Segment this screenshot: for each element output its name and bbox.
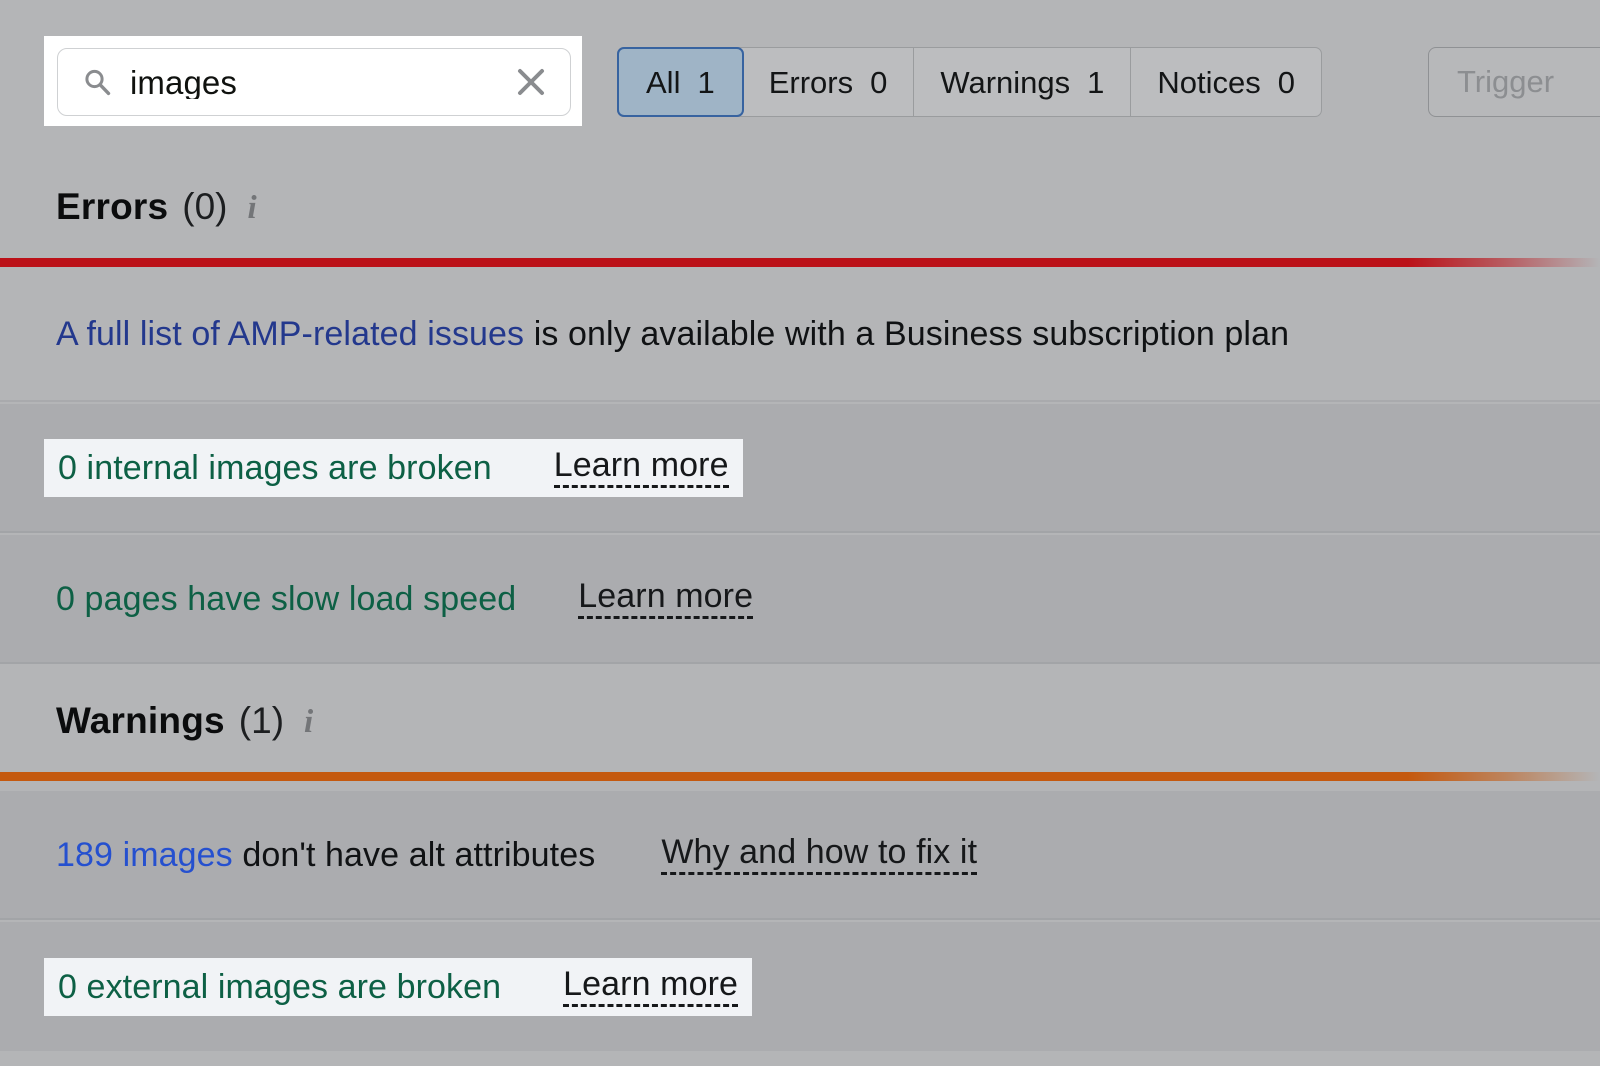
list-item[interactable]: 189 images don't have alt attributes Why… <box>0 791 1600 920</box>
info-icon[interactable]: i <box>248 190 257 227</box>
list-item[interactable]: 0 pages have slow load speed Learn more <box>0 535 1600 664</box>
alt-attributes-count-link[interactable]: 189 images <box>56 836 233 874</box>
errors-section-divider <box>0 258 1600 267</box>
alt-attributes-fix-link[interactable]: Why and how to fix it <box>661 835 977 875</box>
internal-images-row-text: 0 internal images are broken <box>58 451 492 485</box>
amp-row-rest: is only available with a Business subscr… <box>524 315 1289 353</box>
list-item[interactable]: 0 external images are broken Learn more <box>0 922 1600 1051</box>
tab-errors-label: Errors <box>769 67 853 98</box>
slow-pages-row-text: 0 pages have slow load speed <box>56 582 516 616</box>
warnings-section-heading: Warnings (1) i <box>56 700 313 742</box>
tab-errors-count: 0 <box>870 67 887 98</box>
toolbar: images All 1 Errors 0 Warnings 1 <box>0 0 1600 148</box>
tab-errors[interactable]: Errors 0 <box>743 48 915 116</box>
tab-notices-label: Notices <box>1157 67 1260 98</box>
alt-attributes-row-content: 189 images don't have alt attributes Why… <box>56 826 977 884</box>
tab-notices-count: 0 <box>1278 67 1295 98</box>
warnings-section-count: (1) <box>239 700 284 742</box>
external-images-row-content: 0 external images are broken Learn more <box>44 958 752 1016</box>
tab-all-label: All <box>646 67 680 98</box>
alt-attributes-row-text: 189 images don't have alt attributes <box>56 838 595 872</box>
trigger-button-label: Trigger <box>1457 64 1554 100</box>
amp-issues-link[interactable]: A full list of AMP-related issues <box>56 315 524 353</box>
list-item[interactable]: 0 internal images are broken Learn more <box>0 404 1600 533</box>
internal-images-row-content: 0 internal images are broken Learn more <box>44 439 743 497</box>
tab-warnings[interactable]: Warnings 1 <box>914 48 1131 116</box>
slow-pages-learn-more-link[interactable]: Learn more <box>578 579 753 619</box>
errors-section-heading: Errors (0) i <box>56 186 257 228</box>
tab-notices[interactable]: Notices 0 <box>1131 48 1321 116</box>
errors-section-title: Errors <box>56 186 168 228</box>
amp-row-text: A full list of AMP-related issues is onl… <box>56 317 1289 351</box>
tab-all-count: 1 <box>697 67 714 98</box>
tab-warnings-count: 1 <box>1087 67 1104 98</box>
tab-all[interactable]: All 1 <box>617 47 744 117</box>
search-input[interactable]: images <box>57 48 571 116</box>
info-icon[interactable]: i <box>304 704 313 741</box>
external-images-row-text: 0 external images are broken <box>58 970 501 1004</box>
external-images-learn-more-link[interactable]: Learn more <box>563 967 738 1007</box>
site-audit-issues-panel: images All 1 Errors 0 Warnings 1 <box>0 0 1600 1066</box>
trigger-button[interactable]: Trigger <box>1428 47 1600 117</box>
amp-row-content: A full list of AMP-related issues is onl… <box>56 305 1289 363</box>
search-input-value: images <box>130 66 514 99</box>
errors-section-count: (0) <box>182 186 227 228</box>
list-item[interactable]: A full list of AMP-related issues is onl… <box>0 267 1600 402</box>
internal-images-learn-more-link[interactable]: Learn more <box>554 448 729 488</box>
issue-filter-tabs: All 1 Errors 0 Warnings 1 Notices 0 <box>617 47 1322 117</box>
close-icon[interactable] <box>514 65 548 99</box>
tab-warnings-label: Warnings <box>940 67 1070 98</box>
slow-pages-row-content: 0 pages have slow load speed Learn more <box>56 570 753 628</box>
warnings-section-divider <box>0 772 1600 781</box>
search-field-wrapper: images <box>44 36 582 126</box>
warnings-section-title: Warnings <box>56 700 225 742</box>
alt-attributes-row-rest: don't have alt attributes <box>233 836 596 874</box>
search-icon <box>82 67 112 97</box>
